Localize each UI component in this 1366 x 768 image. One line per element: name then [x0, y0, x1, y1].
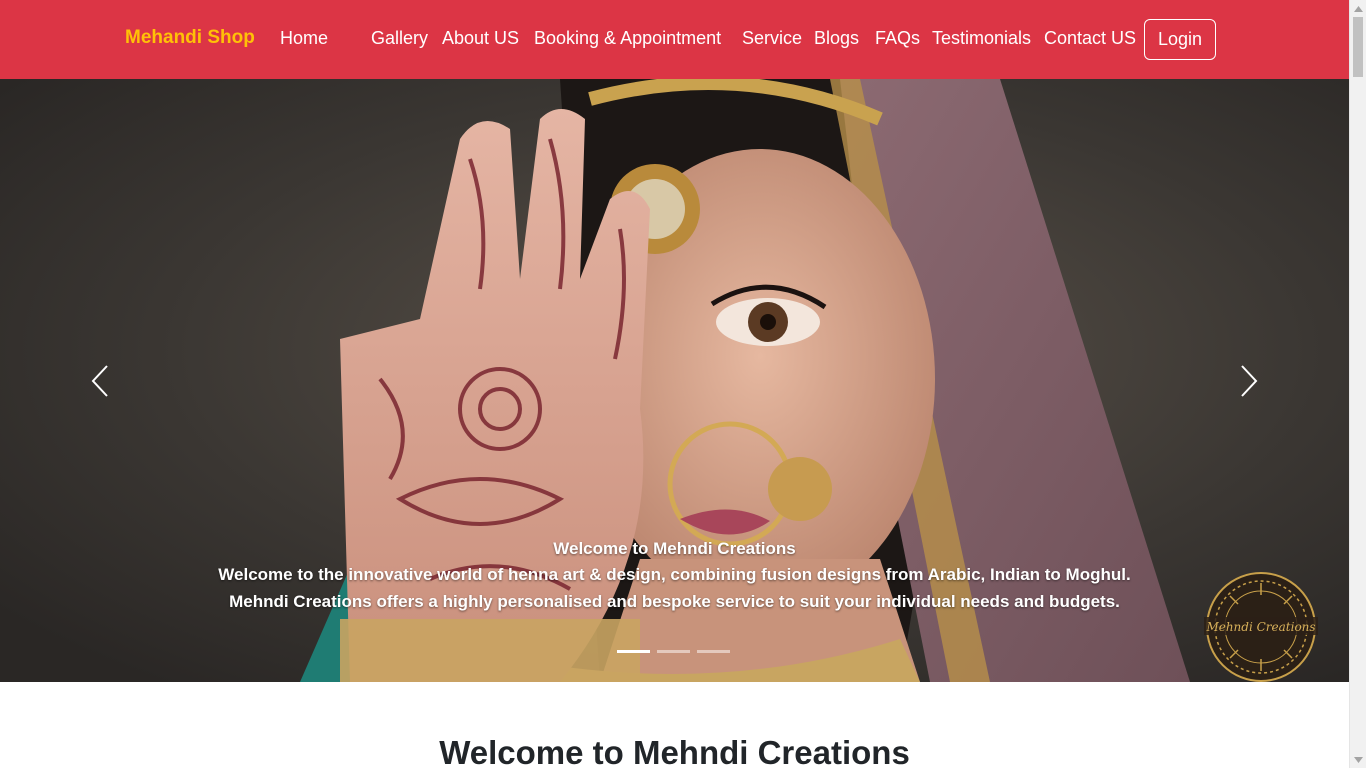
scrollbar-thumb[interactable]	[1353, 17, 1363, 77]
caption-title: Welcome to Mehndi Creations	[553, 539, 796, 558]
nav-link-faqs[interactable]: FAQs	[875, 28, 920, 49]
carousel-prev-button[interactable]	[0, 79, 200, 682]
carousel-indicator-2[interactable]	[657, 650, 690, 653]
chevron-right-icon	[1241, 364, 1258, 397]
page-scrollbar[interactable]	[1349, 0, 1366, 768]
nav-link-gallery[interactable]: Gallery	[371, 28, 428, 49]
brand-logo-link[interactable]: Mehandi Shop	[125, 27, 255, 49]
carousel-indicators	[617, 650, 730, 653]
carousel-indicator-1[interactable]	[617, 650, 650, 653]
nav-link-blogs[interactable]: Blogs	[814, 28, 859, 49]
section-title: Welcome to Mehndi Creations	[439, 734, 910, 768]
nav-link-contact[interactable]: Contact US	[1044, 28, 1136, 49]
nav-link-home[interactable]: Home	[280, 28, 328, 49]
navbar: Mehandi Shop Home Gallery About US Booki…	[0, 0, 1349, 79]
login-button[interactable]: Login	[1144, 19, 1216, 60]
scroll-down-button[interactable]	[1350, 751, 1366, 768]
carousel-caption: Welcome to Mehndi Creations Welcome to t…	[200, 537, 1149, 615]
page: Mehandi Shop Home Gallery About US Booki…	[0, 0, 1366, 768]
chevron-left-icon	[91, 364, 108, 397]
mehndi-creations-logo: Mehndi Creations	[1204, 572, 1318, 682]
caption-text: Welcome to the innovative world of henna…	[218, 565, 1131, 611]
nav-link-service[interactable]: Service	[742, 28, 802, 49]
nav-link-booking[interactable]: Booking & Appointment	[534, 28, 721, 49]
scroll-up-button[interactable]	[1350, 0, 1366, 17]
nav-link-about[interactable]: About US	[442, 28, 519, 49]
triangle-down-icon	[1354, 756, 1363, 763]
svg-text:Mehndi Creations: Mehndi Creations	[1205, 620, 1315, 634]
triangle-up-icon	[1354, 5, 1363, 12]
nav-link-testimonials[interactable]: Testimonials	[932, 28, 1031, 49]
carousel-indicator-3[interactable]	[697, 650, 730, 653]
hero-carousel: Welcome to Mehndi Creations Welcome to t…	[0, 79, 1349, 682]
